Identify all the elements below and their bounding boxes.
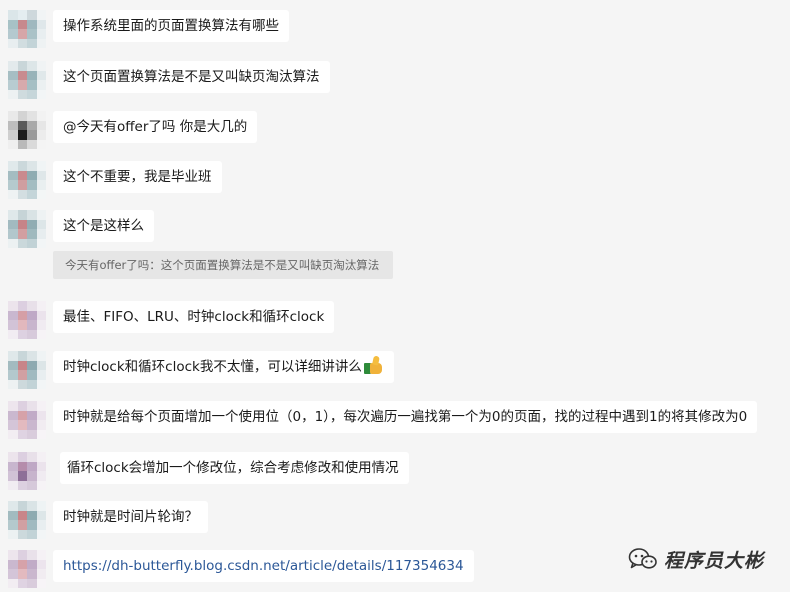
quoted-reply[interactable]: 今天有offer了吗：这个页面置换算法是不是又叫缺页淘汰算法 bbox=[53, 251, 394, 279]
avatar[interactable] bbox=[8, 161, 46, 199]
message-bubble[interactable]: 时钟clock和循环clock我不太懂，可以详细讲讲么 bbox=[53, 351, 394, 383]
avatar[interactable] bbox=[8, 501, 46, 539]
avatar[interactable] bbox=[8, 210, 46, 248]
message-bubble[interactable]: 时钟就是给每个页面增加一个使用位（0，1），每次遍历一遍找第一个为0的页面，找的… bbox=[53, 401, 758, 433]
message-bubble[interactable]: 这个是这样么 bbox=[53, 210, 154, 242]
message-bubble[interactable]: 时钟就是时间片轮询？ bbox=[53, 501, 208, 533]
message-bubble[interactable]: 循环clock会增加一个修改位，综合考虑修改和使用情况 bbox=[60, 452, 409, 484]
message-bubble[interactable]: 最佳、FIFO、LRU、时钟clock和循环clock bbox=[53, 301, 335, 333]
avatar[interactable] bbox=[8, 61, 46, 99]
message-bubble[interactable]: 这个页面置换算法是不是又叫缺页淘汰算法 bbox=[53, 61, 330, 93]
message-text: 时钟clock和循环clock我不太懂，可以详细讲讲么 bbox=[63, 359, 362, 375]
avatar[interactable] bbox=[8, 351, 46, 389]
avatar[interactable] bbox=[8, 452, 46, 490]
avatar[interactable] bbox=[8, 10, 46, 48]
message-bubble[interactable]: 这个不重要，我是毕业班 bbox=[53, 161, 222, 193]
avatar[interactable] bbox=[8, 401, 46, 439]
avatar[interactable] bbox=[8, 550, 46, 588]
avatar[interactable] bbox=[8, 111, 46, 149]
watermark-text: 程序员大彬 bbox=[664, 549, 765, 572]
watermark: 程序员大彬 bbox=[628, 543, 764, 575]
message-link[interactable]: https://dh-butterfly.blog.csdn.net/artic… bbox=[53, 550, 474, 582]
thumbs-up-icon bbox=[363, 355, 384, 374]
avatar[interactable] bbox=[8, 301, 46, 339]
message-bubble[interactable]: @今天有offer了吗 你是大几的 bbox=[53, 111, 258, 143]
wechat-icon bbox=[628, 548, 657, 569]
message-bubble[interactable]: 操作系统里面的页面置换算法有哪些 bbox=[53, 10, 289, 42]
